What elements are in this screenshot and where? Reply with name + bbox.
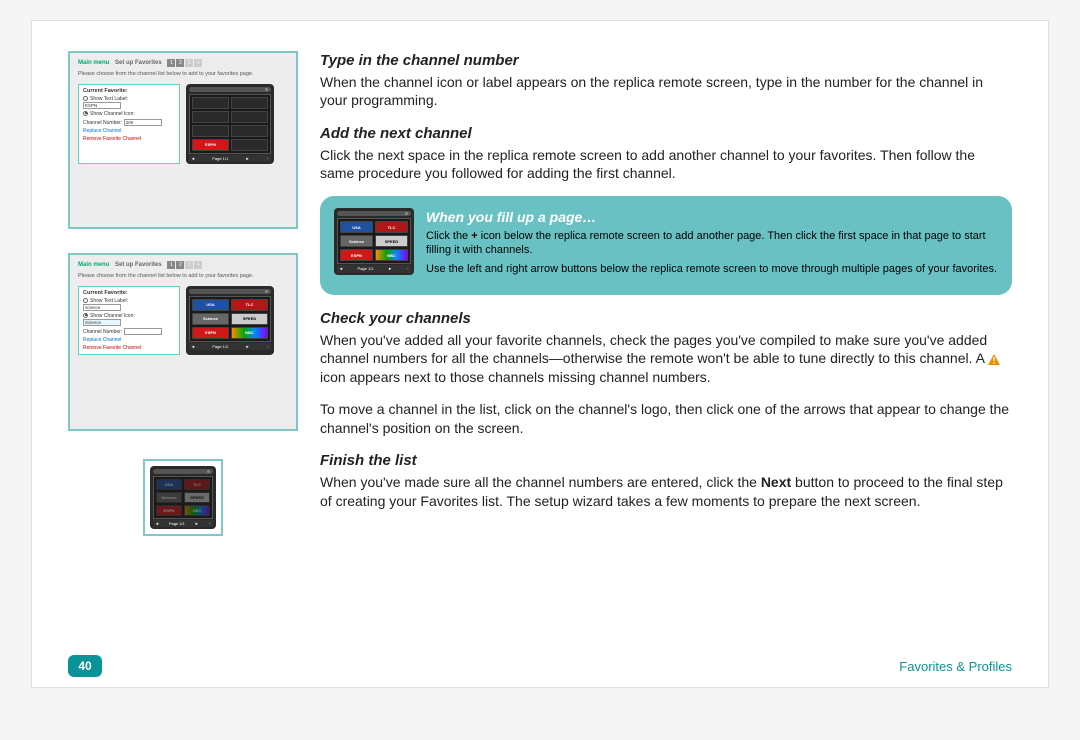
remote-replica: ESPN ◄Page 1/1►+: [186, 84, 274, 164]
remove-channel-link: Remove Favorite Channel: [83, 136, 175, 142]
paragraph-type-channel: When the channel icon or label appears o…: [320, 73, 1012, 110]
setup-favorites-screenshot-2: Main menu Set up Favorites 1234 Please c…: [68, 253, 298, 431]
channel-nbc-icon: NBC: [231, 327, 268, 339]
remote-preview-thumbnail: USATLC ScienceSPEED ESPNNBC ◄Page 1/1►+: [143, 459, 223, 536]
paragraph-finish: When you've made sure all the channel nu…: [320, 473, 1012, 510]
channel-usa-icon: USA: [192, 299, 229, 311]
text-label-input: ESPN: [83, 102, 121, 109]
channel-number-input: 206: [124, 119, 162, 126]
heading-check-channels: Check your channels: [320, 309, 1012, 329]
breadcrumb-main-menu: Main menu: [78, 60, 109, 66]
channel-espn-icon: ESPN: [192, 139, 229, 151]
paragraph-add-next: Click the next space in the replica remo…: [320, 146, 1012, 183]
callout-remote-replica: USATLC ScienceSPEED ESPNNBC ◄Page 1/1►+: [334, 208, 414, 274]
page-number: 40: [68, 655, 102, 677]
channel-speed-icon: SPEED: [231, 313, 268, 325]
paragraph-check-channels: When you've added all your favorite chan…: [320, 331, 1012, 386]
radio-text-label: [83, 96, 88, 101]
instruction-text: Please choose from the channel list belo…: [78, 71, 288, 78]
plus-icon: +: [407, 266, 409, 271]
replace-channel-link: Replace Channel: [83, 128, 175, 134]
section-title: Favorites & Profiles: [899, 659, 1012, 674]
breadcrumb-setup-favorites: Set up Favorites: [115, 60, 162, 66]
callout-paragraph-2: Use the left and right arrow buttons bel…: [426, 263, 998, 277]
setup-favorites-screenshot-1: Main menu Set up Favorites 1234 Please c…: [68, 51, 298, 229]
paragraph-move-channel: To move a channel in the list, click on …: [320, 400, 1012, 437]
warning-icon: [988, 354, 1000, 365]
wizard-steps: 1234: [167, 59, 202, 67]
channel-tlc-icon: TLC: [231, 299, 268, 311]
current-favorite-panel: Current Favorite: Show Text Label: ESPN …: [78, 84, 180, 164]
callout-heading: When you fill up a page…: [426, 208, 998, 226]
heading-finish-list: Finish the list: [320, 451, 1012, 471]
callout-paragraph-1: Click the + icon below the replica remot…: [426, 230, 998, 258]
heading-type-channel-number: Type in the channel number: [320, 51, 1012, 71]
heading-add-next-channel: Add the next channel: [320, 124, 1012, 144]
radio-channel-icon: [83, 111, 88, 116]
channel-icon-select: Science: [83, 319, 121, 326]
channel-science-icon: Science: [192, 313, 229, 325]
callout-fill-page: USATLC ScienceSPEED ESPNNBC ◄Page 1/1►+ …: [320, 196, 1012, 295]
